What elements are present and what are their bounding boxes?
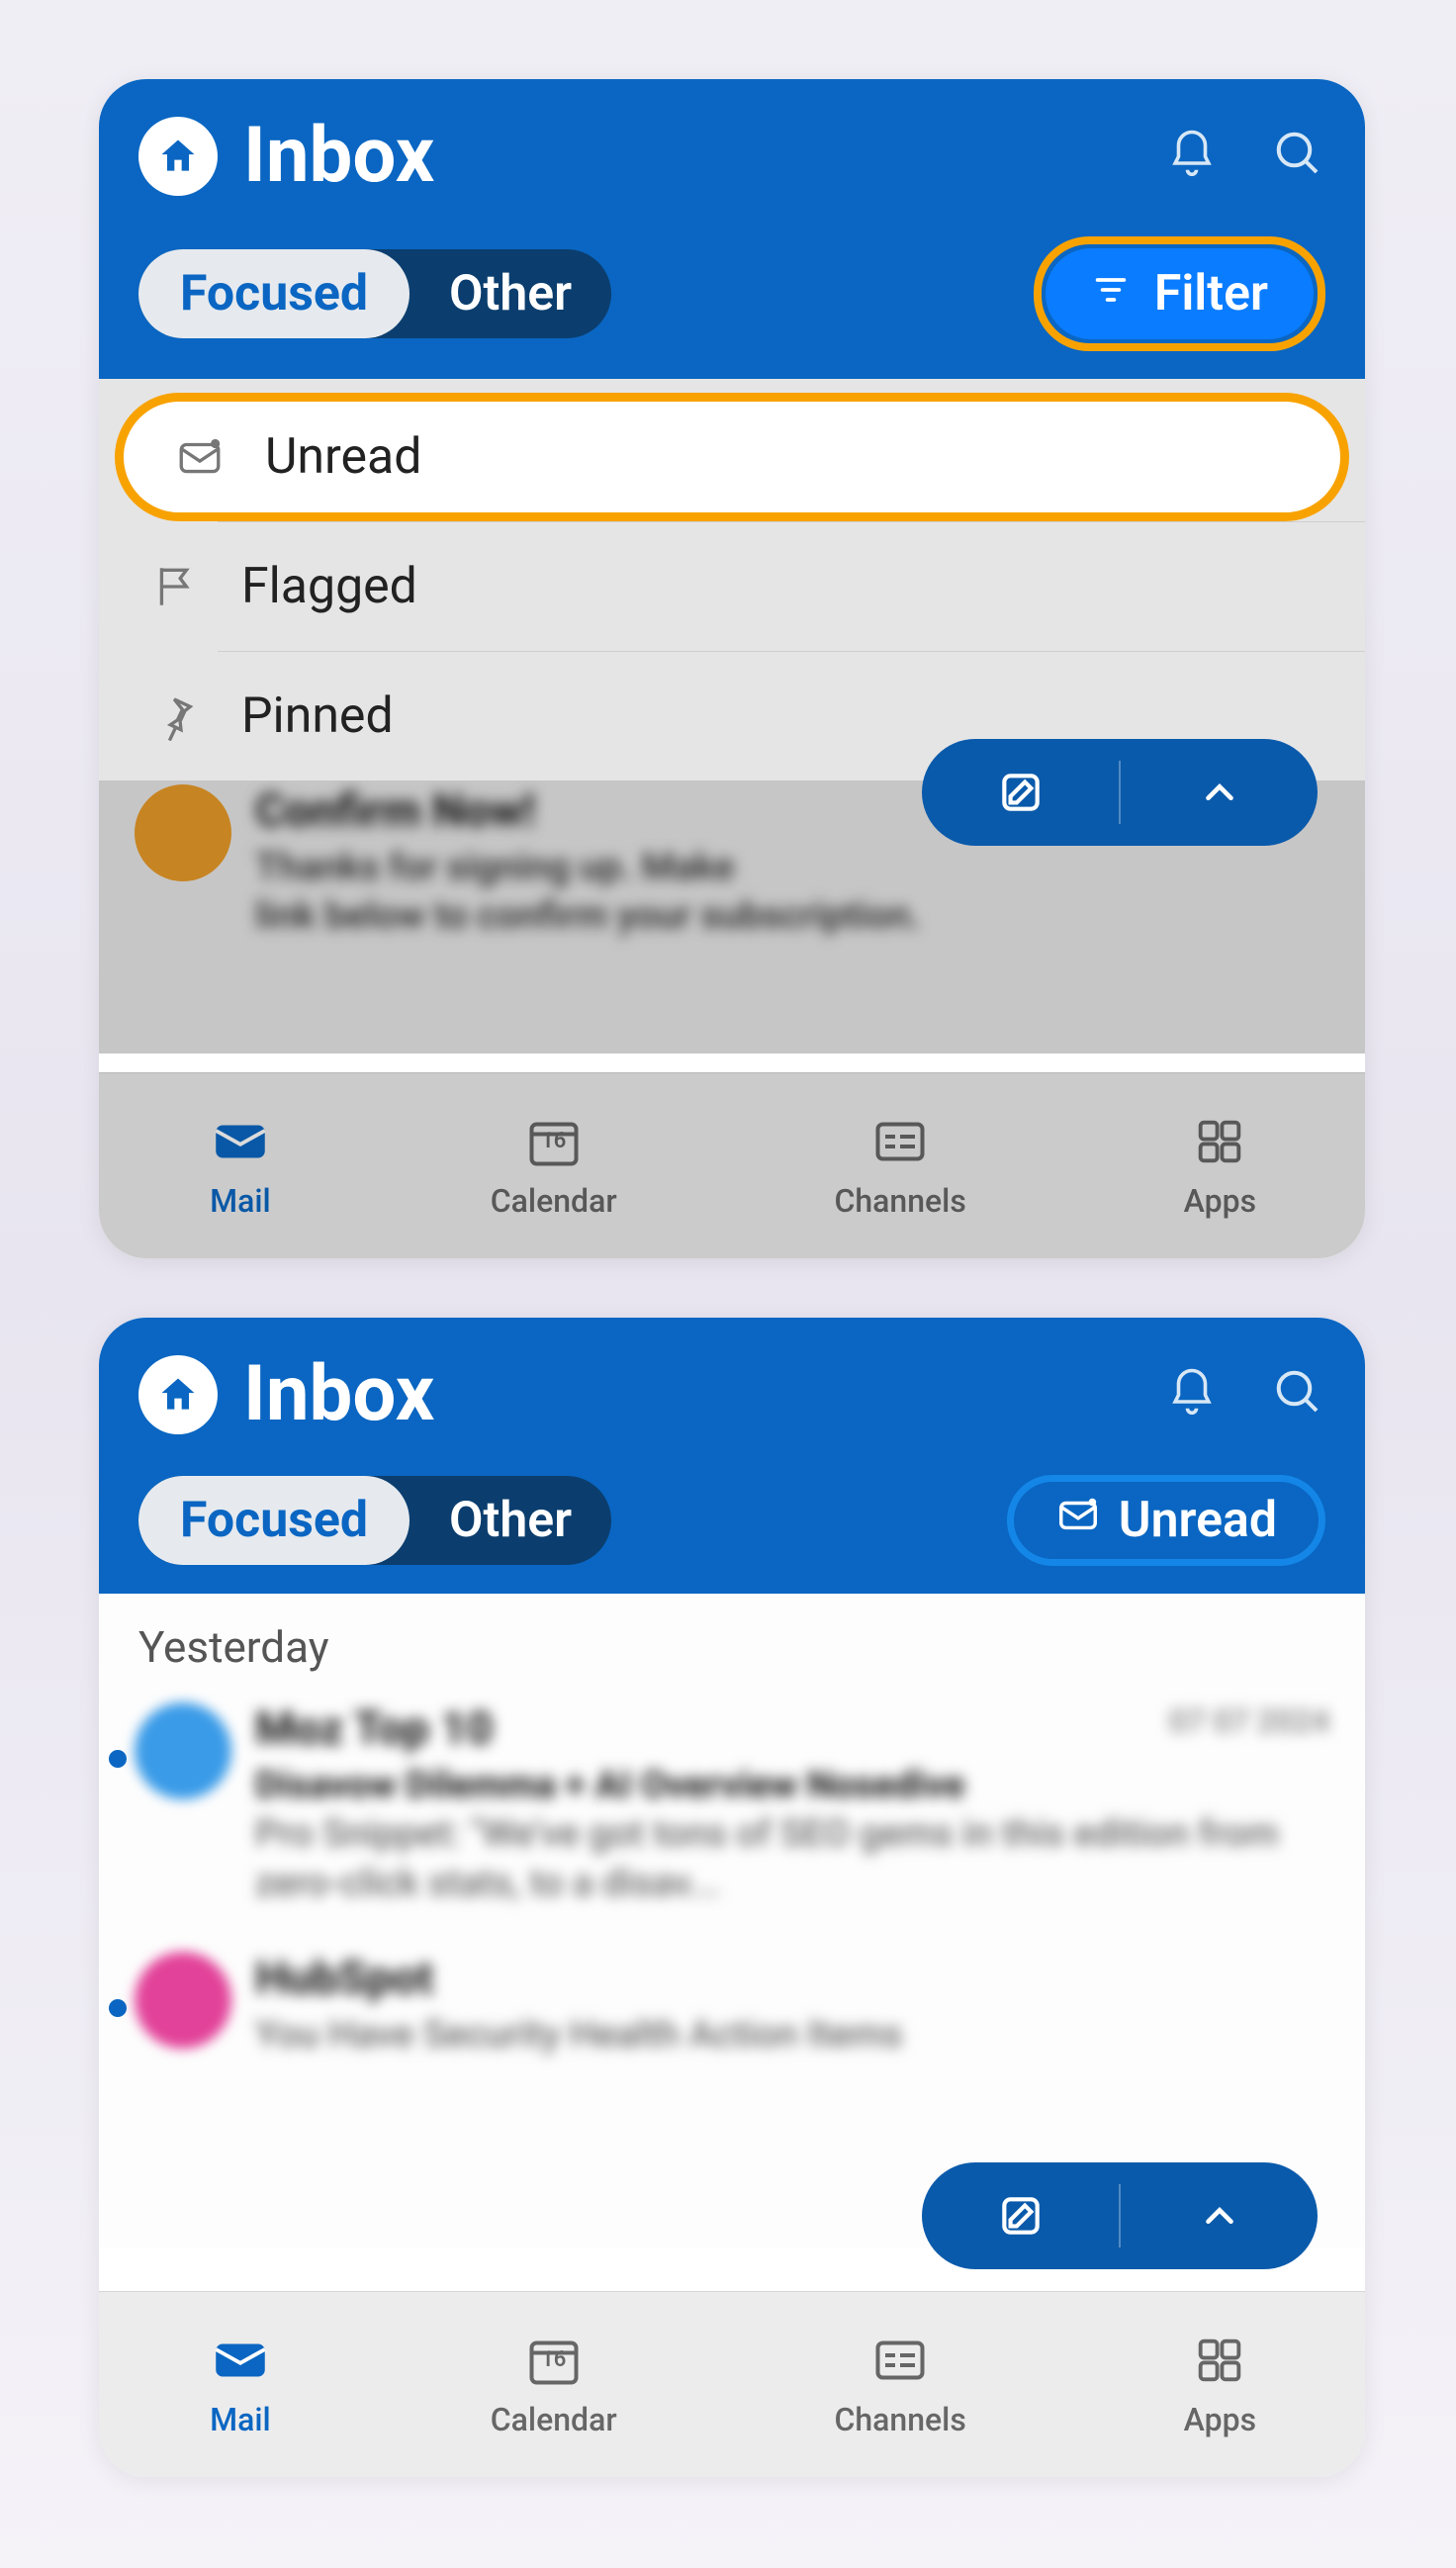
calendar-icon: 16 — [524, 1113, 584, 1170]
unread-dot-icon — [109, 1999, 127, 2017]
search-icon[interactable] — [1272, 1366, 1325, 1423]
nav-channels[interactable]: Channels — [834, 1113, 965, 1220]
fab-expand-button[interactable] — [1121, 2162, 1318, 2248]
email-date: 07 07 2024 — [1169, 1702, 1329, 1762]
nav-channels[interactable]: Channels — [834, 2332, 965, 2438]
channels-icon — [870, 2332, 930, 2389]
nav-calendar[interactable]: 16 Calendar — [491, 1113, 617, 1220]
flag-icon — [150, 562, 202, 611]
compose-button[interactable] — [922, 2162, 1119, 2248]
filter-option-unread[interactable]: Unread — [123, 401, 1341, 513]
bell-icon[interactable] — [1165, 1366, 1219, 1423]
filter-option-flagged[interactable]: Flagged — [99, 522, 1365, 651]
nav-label: Apps — [1184, 2401, 1256, 2438]
nav-label: Calendar — [491, 2401, 617, 2438]
avatar — [135, 1702, 231, 1799]
nav-mail[interactable]: Mail — [208, 1113, 273, 1220]
channels-icon — [870, 1113, 930, 1170]
page-title: Inbox — [243, 1349, 1139, 1439]
focus-segmented-control: Focused Other — [138, 1476, 611, 1565]
nav-apps[interactable]: Apps — [1184, 2332, 1256, 2438]
filter-label: Filter — [1154, 265, 1268, 322]
tab-focused[interactable]: Focused — [138, 1476, 410, 1565]
filter-icon — [1091, 265, 1131, 322]
email-subject: Disavow Dilemma + AI Overview Nosedive — [255, 1762, 1329, 1810]
envelope-unread-icon — [174, 432, 226, 482]
avatar — [135, 784, 231, 881]
calendar-day: 16 — [541, 1129, 566, 1153]
search-icon[interactable] — [1272, 128, 1325, 185]
email-preview: Thanks for signing up. Make — [255, 844, 1329, 892]
mail-icon — [208, 2332, 273, 2389]
nav-mail[interactable]: Mail — [208, 2332, 273, 2438]
envelope-unread-icon — [1055, 1492, 1101, 1550]
nav-label: Mail — [210, 2401, 271, 2438]
compose-fab — [922, 2162, 1318, 2248]
nav-label: Mail — [210, 1182, 271, 1220]
email-sender: HubSpot — [255, 1952, 1329, 2005]
calendar-icon: 16 — [524, 2332, 584, 2389]
email-preview: link below to confirm your subscription. — [255, 892, 1329, 941]
home-icon[interactable] — [138, 117, 218, 196]
email-preview: Pro Snippet: "We've got tons of SEO gems… — [255, 1810, 1329, 1908]
tutorial-highlight-filter: Filter — [1034, 236, 1325, 351]
compose-fab — [922, 739, 1318, 846]
unread-dot-icon — [109, 1750, 127, 1768]
nav-label: Calendar — [491, 1182, 617, 1220]
filter-button[interactable]: Filter — [1046, 248, 1314, 339]
nav-label: Channels — [834, 2401, 965, 2438]
screenshot-unread-filter-active: Inbox Focused Other Unread — [99, 1318, 1365, 2477]
calendar-day: 16 — [541, 2347, 566, 2372]
filter-option-label: Flagged — [241, 558, 417, 615]
bell-icon[interactable] — [1165, 128, 1219, 185]
active-filter-label: Unread — [1119, 1492, 1277, 1549]
fab-expand-button[interactable] — [1121, 739, 1318, 846]
app-header: Inbox Focused Other Unread — [99, 1318, 1365, 1594]
section-header: Yesterday — [99, 1594, 1365, 1681]
focus-segmented-control: Focused Other — [138, 249, 611, 338]
nav-label: Apps — [1184, 1182, 1256, 1220]
email-row[interactable]: Moz Top 10 07 07 2024 Disavow Dilemma + … — [99, 1681, 1365, 1930]
bottom-nav: Mail 16 Calendar Channels Apps — [99, 1072, 1365, 1258]
home-icon[interactable] — [138, 1355, 218, 1434]
tab-other[interactable]: Other — [410, 1492, 611, 1549]
apps-icon — [1191, 2332, 1248, 2389]
pin-icon — [150, 691, 202, 741]
active-filter-unread[interactable]: Unread — [1007, 1475, 1325, 1566]
nav-apps[interactable]: Apps — [1184, 1113, 1256, 1220]
email-row[interactable]: HubSpot You Have Security Health Action … — [99, 1930, 1365, 2081]
filter-option-label: Pinned — [241, 688, 394, 745]
nav-label: Channels — [834, 1182, 965, 1220]
avatar — [135, 1952, 231, 2049]
email-sender: Moz Top 10 — [255, 1702, 493, 1756]
apps-icon — [1191, 1113, 1248, 1170]
page-title: Inbox — [243, 111, 1139, 201]
app-header: Inbox Focused Other Filter — [99, 79, 1365, 379]
compose-button[interactable] — [922, 739, 1119, 846]
screenshot-filter-menu: Inbox Focused Other Filter — [99, 79, 1365, 1258]
mail-icon — [208, 1113, 273, 1170]
nav-calendar[interactable]: 16 Calendar — [491, 2332, 617, 2438]
tab-focused[interactable]: Focused — [138, 249, 410, 338]
filter-dropdown: Unread Flagged Pinned — [99, 379, 1365, 780]
bottom-nav: Mail 16 Calendar Channels Apps — [99, 2291, 1365, 2477]
email-subject: You Have Security Health Action Items — [255, 2011, 1329, 2060]
filter-option-label: Unread — [265, 428, 421, 486]
tab-other[interactable]: Other — [410, 265, 611, 322]
